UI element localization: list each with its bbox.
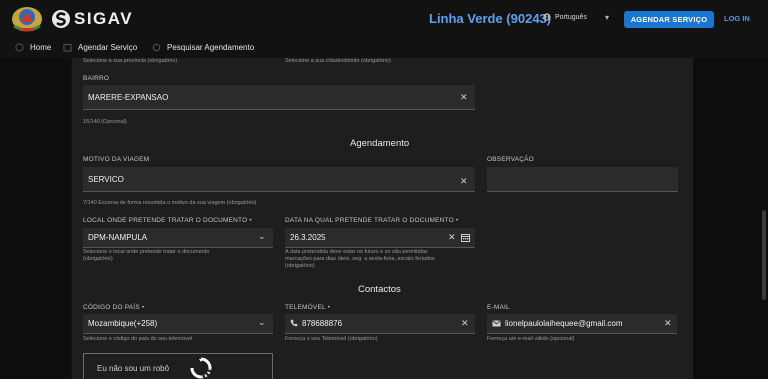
phone-icon <box>290 319 298 327</box>
date-field[interactable]: 26.3.2025 ✕ <box>285 228 475 248</box>
telemovel-label: TELEMÓVEL • <box>285 304 331 311</box>
phone-value: 878688876 <box>302 319 343 328</box>
right-background <box>693 58 768 379</box>
nav-label: Agendar Serviço <box>78 43 138 52</box>
country-code-select[interactable]: Mozambique(+258) ⌄ <box>83 314 273 334</box>
date-hint-2: marcações para dias úteis, seg. a sexta-… <box>285 256 435 262</box>
chevron-down-icon[interactable]: ⌄ <box>258 231 266 242</box>
motivo-hint: 7/140 Escreva de forma resumida o motivo… <box>83 200 257 206</box>
local-label: LOCAL ONDE PRETENDE TRATAR O DOCUMENTO • <box>83 217 252 224</box>
captcha-spinner-icon <box>190 357 212 379</box>
nav-item-home[interactable]: Home <box>15 43 51 52</box>
country-code-value: Mozambique(+258) <box>88 319 158 328</box>
bairro-counter: 15/140 (Opcional) <box>83 119 127 125</box>
motivo-label: MOTIVO DA VIAGEM <box>83 156 150 163</box>
email-value: lionelpaulolaihequee@gmail.com <box>505 319 623 328</box>
nav-label: Pesquisar Agendamento <box>167 43 255 52</box>
email-hint: Forneça um e-mail válido (opcional) <box>487 336 575 342</box>
email-label: E-MAIL <box>487 304 510 311</box>
clear-icon[interactable]: ✕ <box>664 318 672 329</box>
motivo-field[interactable]: SERVICO ✕ <box>83 167 475 192</box>
national-emblem-icon[interactable] <box>8 4 46 34</box>
sigav-logo-icon <box>52 10 70 28</box>
date-hint-3: (obrigatório) <box>285 263 315 269</box>
calendar-icon[interactable] <box>461 233 470 242</box>
telemovel-hint: Forneça o seu Telemóvel (obrigatório) <box>285 336 378 342</box>
app-name: SIGAV <box>74 9 134 28</box>
calendar-icon <box>63 44 72 52</box>
clear-icon[interactable]: ✕ <box>448 232 456 243</box>
left-background <box>0 58 70 379</box>
nav-item-agendar[interactable]: Agendar Serviço <box>63 43 137 52</box>
date-hint-1: A data pretendida deve estar no futuro e… <box>285 249 428 255</box>
phone-field[interactable]: 878688876 ✕ <box>285 314 475 334</box>
email-field[interactable]: lionelpaulolaihequee@gmail.com ✕ <box>487 314 677 334</box>
schedule-service-button[interactable]: AGENDAR SERVIÇO <box>624 11 714 28</box>
search-icon <box>152 43 161 52</box>
main-nav: Home Agendar Serviço Pesquisar Agendamen… <box>0 38 768 58</box>
chevron-down-icon[interactable]: ▾ <box>605 13 609 22</box>
local-select[interactable]: DPM-NAMPULA ⌄ <box>83 228 273 248</box>
observacao-field[interactable] <box>487 167 678 192</box>
local-value: DPM-NAMPULA <box>88 233 148 242</box>
date-value: 26.3.2025 <box>290 233 326 242</box>
chevron-down-icon[interactable]: ⌄ <box>258 317 266 328</box>
top-bar: SIGAV Linha Verde (90243) Português ▾ AG… <box>0 0 768 38</box>
city-hint: Selecione a sua cidade/distrito (obrigat… <box>285 58 391 64</box>
contactos-title: Contactos <box>358 284 401 295</box>
pais-hint: Selecione o código do país do seu telemó… <box>83 336 193 342</box>
clear-icon[interactable]: ✕ <box>461 318 469 329</box>
clear-icon[interactable]: ✕ <box>460 176 468 187</box>
home-icon <box>15 43 24 52</box>
bairro-value: MARERE-EXPANSAO <box>88 93 169 102</box>
captcha-box[interactable]: Eu não sou um robô <box>83 353 273 379</box>
nav-item-pesquisar[interactable]: Pesquisar Agendamento <box>152 43 254 52</box>
local-hint-2: (obrigatório) <box>83 256 113 262</box>
language-selector[interactable]: Português <box>543 13 587 21</box>
mail-icon <box>492 320 501 327</box>
local-hint-1: Selecione o local onde pretende tratar o… <box>83 249 210 255</box>
nav-label: Home <box>30 43 52 52</box>
motivo-value: SERVICO <box>88 175 124 184</box>
pais-label: CÓDIGO DO PAÍS • <box>83 304 145 311</box>
page-scrollbar[interactable] <box>762 210 766 300</box>
province-hint: Selecione a sua província (obrigatório) <box>83 58 178 64</box>
login-link[interactable]: LOG IN <box>724 14 750 23</box>
language-label: Português <box>555 13 587 21</box>
observacao-label: OBSERVAÇÃO <box>487 156 534 163</box>
captcha-label: Eu não sou um robô <box>97 364 170 373</box>
clear-icon[interactable]: ✕ <box>460 92 468 103</box>
bairro-field[interactable]: MARERE-EXPANSAO ✕ <box>83 85 475 110</box>
agendamento-title: Agendamento <box>350 138 410 149</box>
globe-icon <box>543 13 551 21</box>
data-label: DATA NA QUAL PRETENDE TRATAR O DOCUMENTO… <box>285 217 459 224</box>
bairro-label: BAIRRO <box>83 75 110 82</box>
hotline-text: Linha Verde (90243) <box>429 11 552 26</box>
